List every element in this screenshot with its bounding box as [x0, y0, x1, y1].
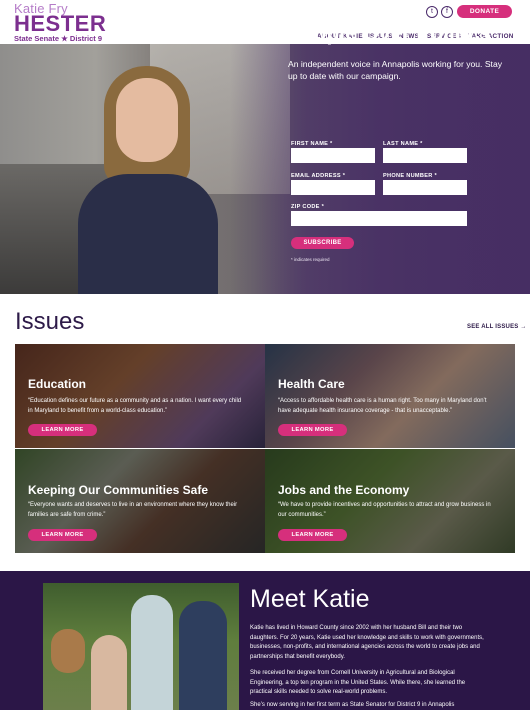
zip-field[interactable]	[291, 211, 467, 226]
last-name-field[interactable]	[383, 148, 467, 163]
issue-quote: “We have to provide incentives and oppor…	[278, 502, 491, 518]
child-figure	[51, 629, 85, 673]
issue-title: Education	[28, 377, 87, 391]
hero-portrait-face	[116, 78, 178, 162]
facebook-icon[interactable]: f	[441, 6, 453, 18]
meet-paragraph: She’s now serving in her first term as S…	[250, 702, 455, 708]
first-name-label: FIRST NAME *	[291, 141, 333, 147]
issue-tile-health-care[interactable]: Health Care “Access to affordable health…	[265, 344, 515, 448]
donate-button[interactable]: DONATE	[457, 5, 512, 18]
phone-label: PHONE NUMBER *	[383, 173, 437, 179]
learn-more-button[interactable]: LEARN MORE	[278, 529, 347, 541]
last-name-label: LAST NAME *	[383, 141, 423, 147]
twitter-icon[interactable]: t	[426, 6, 438, 18]
father-figure	[131, 595, 173, 710]
issue-quote: “Everyone wants and deserves to live in …	[28, 502, 238, 518]
required-note: * indicates required	[291, 257, 330, 262]
logo-subtitle: State Senate ★ District 9	[14, 34, 103, 43]
hero-title: People Over Politics	[288, 22, 492, 45]
child-figure	[91, 635, 127, 710]
issue-title: Health Care	[278, 377, 345, 391]
learn-more-button[interactable]: LEARN MORE	[28, 424, 97, 436]
hero-intro: An independent voice in Annapolis workin…	[288, 59, 503, 81]
logo-last-name: HESTER	[14, 11, 107, 36]
mother-figure	[179, 601, 227, 710]
issue-quote: “Education defines our future as a commu…	[28, 398, 242, 414]
phone-field[interactable]	[383, 180, 467, 195]
zip-label: ZIP CODE *	[291, 204, 325, 210]
meet-paragraph: She received her degree from Cornell Uni…	[250, 670, 466, 695]
family-photo	[43, 583, 239, 710]
issue-tile-jobs-economy[interactable]: Jobs and the Economy “We have to provide…	[265, 449, 515, 553]
learn-more-button[interactable]: LEARN MORE	[278, 424, 347, 436]
email-field[interactable]	[291, 180, 375, 195]
issues-heading: Issues	[15, 308, 85, 335]
see-all-issues-link[interactable]: SEE ALL ISSUES →	[467, 324, 527, 330]
subscribe-button[interactable]: SUBSCRIBE	[291, 237, 354, 249]
first-name-field[interactable]	[291, 148, 375, 163]
issue-title: Keeping Our Communities Safe	[28, 483, 209, 497]
learn-more-button[interactable]: LEARN MORE	[28, 529, 97, 541]
issue-title: Jobs and the Economy	[278, 483, 410, 497]
logo[interactable]: Katie Fry HESTER State Senate ★ District…	[14, 2, 107, 43]
issue-tile-education[interactable]: Education “Education defines our future …	[15, 344, 265, 448]
meet-katie-heading: Meet Katie	[250, 585, 370, 613]
meet-katie-section: Meet Katie Katie has lived in Howard Cou…	[0, 571, 530, 710]
hero-portrait-body	[78, 174, 218, 294]
issue-tile-communities-safe[interactable]: Keeping Our Communities Safe “Everyone w…	[15, 449, 265, 553]
meet-paragraph: Katie has lived in Howard County since 2…	[250, 625, 484, 660]
email-label: EMAIL ADDRESS *	[291, 173, 346, 179]
issue-quote: “Access to affordable health care is a h…	[278, 398, 487, 414]
